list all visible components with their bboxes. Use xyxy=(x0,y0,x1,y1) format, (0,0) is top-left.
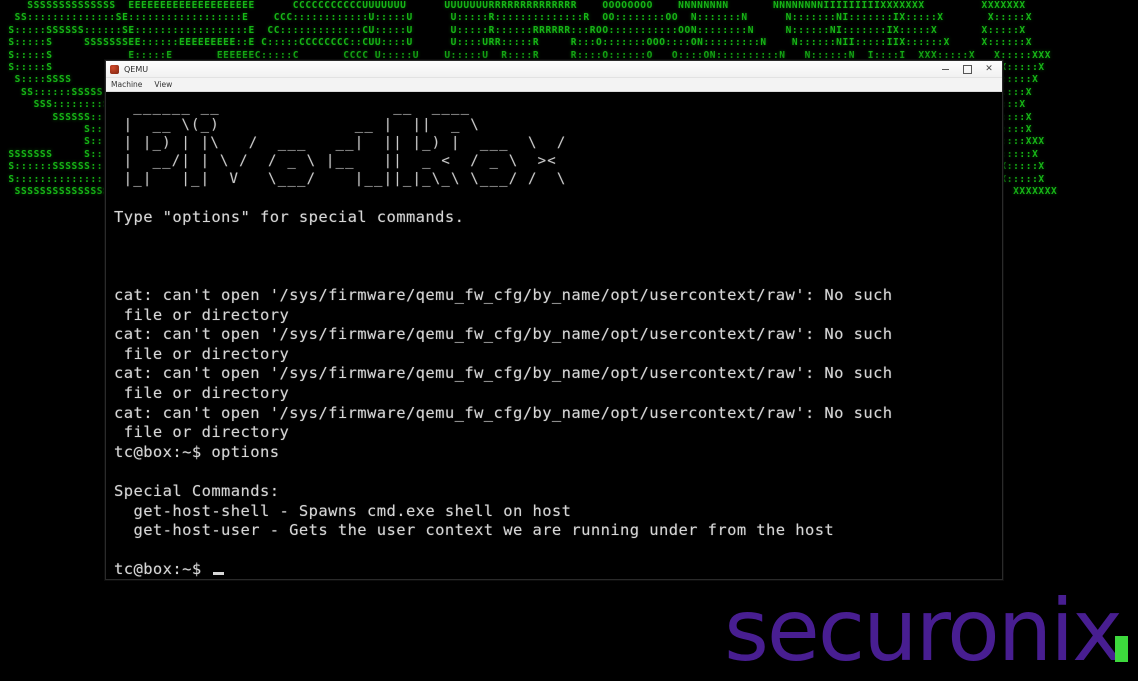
command-get-host-shell: get-host-shell - Spawns cmd.exe shell on… xyxy=(114,501,572,520)
minimize-button[interactable] xyxy=(934,62,956,77)
terminal-cursor xyxy=(213,572,225,576)
menu-machine[interactable]: Machine xyxy=(111,80,142,89)
window-controls: ✕ xyxy=(934,62,1000,77)
prompt-final-text: tc@box:~$ xyxy=(114,560,212,579)
close-icon: ✕ xyxy=(985,63,993,74)
watermark-accent-mark xyxy=(1115,636,1128,662)
minimize-icon xyxy=(941,68,949,70)
command-get-host-user: get-host-user - Gets the user context we… xyxy=(114,521,835,540)
qemu-window[interactable]: QEMU ✕ Machine View ______ __ __ ____ | … xyxy=(105,60,1003,580)
intro-line: Type "options" for special commands. xyxy=(114,207,465,226)
qemu-app-icon xyxy=(110,64,119,74)
prompt-final-line: tc@box:~$ xyxy=(114,560,1002,579)
window-titlebar[interactable]: QEMU ✕ xyxy=(106,61,1002,78)
maximize-icon xyxy=(962,64,972,74)
close-button[interactable]: ✕ xyxy=(978,62,1000,77)
maximize-button[interactable] xyxy=(956,62,978,77)
prompt-options-line: tc@box:~$ options xyxy=(114,442,280,461)
securonix-watermark-logo: securonix xyxy=(724,588,1128,674)
watermark-text: securonix xyxy=(724,581,1123,681)
error-block: cat: can't open '/sys/firmware/qemu_fw_c… xyxy=(114,285,893,442)
menu-view[interactable]: View xyxy=(154,80,172,89)
window-menubar[interactable]: Machine View xyxy=(106,78,1002,92)
special-commands-header: Special Commands: xyxy=(114,481,280,500)
vm-screen[interactable]: ______ __ __ ____ | __ \(_) __ | || _ \ … xyxy=(106,92,1002,579)
window-title: QEMU xyxy=(124,64,149,74)
pivotbox-ascii-logo: ______ __ __ ____ | __ \(_) __ | || _ \ … xyxy=(123,99,567,187)
